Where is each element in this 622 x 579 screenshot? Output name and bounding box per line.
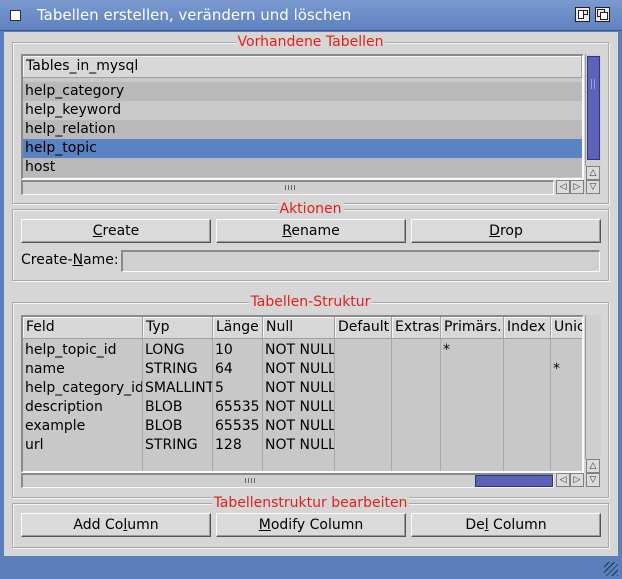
tables-scroll-thumb[interactable] (587, 56, 600, 160)
structure-column-header[interactable]: Typ (143, 317, 213, 339)
table-list-item[interactable]: host (23, 158, 582, 177)
create-name-label: Create-Name: (21, 252, 119, 268)
resize-grip-icon[interactable] (604, 562, 618, 576)
structure-cell: help_topic_id (25, 342, 117, 358)
scroll-right-icon[interactable]: ▷ (570, 180, 584, 194)
scroll-left-icon[interactable]: ◁ (556, 180, 570, 194)
structure-cell: example (25, 418, 86, 434)
rename-button[interactable]: Rename (216, 219, 406, 243)
tables-column-header[interactable]: Tables_in_mysql (23, 56, 582, 78)
structure-cell: url (25, 437, 44, 453)
window-title: Tabellen erstellen, verändern und lösche… (37, 6, 352, 24)
window-content: Vorhandene Tabellen Tables_in_mysql help… (4, 32, 618, 556)
structure-row[interactable]: description BLOB 65535 NOT NULL (23, 398, 582, 417)
structure-column-header[interactable]: Feld (23, 317, 143, 339)
window: Tabellen erstellen, verändern und lösche… (0, 0, 622, 579)
scroll-up-icon[interactable]: △ (586, 166, 600, 180)
tables-vertical-scrollbar[interactable] (585, 54, 601, 166)
title-bar[interactable]: Tabellen erstellen, verändern und lösche… (0, 0, 622, 31)
table-list-item[interactable]: help_category (23, 82, 582, 101)
tables-list[interactable]: Tables_in_mysql help_category help_keywor… (21, 54, 584, 180)
structure-vertical-scrollbar[interactable] (585, 315, 601, 459)
structure-row[interactable]: example BLOB 65535 NOT NULL (23, 417, 582, 436)
structure-cell: * (443, 342, 450, 358)
structure-cell: NOT NULL (265, 399, 334, 415)
structure-cell: help_category_id (25, 380, 142, 396)
table-list-item[interactable]: help_relation (23, 120, 582, 139)
structure-row[interactable]: url STRING 128 NOT NULL (23, 436, 582, 455)
scroll-down-icon[interactable]: ▽ (586, 180, 600, 194)
structure-cell: STRING (145, 437, 198, 453)
structure-scroll-right-icon[interactable]: ▷ (570, 473, 584, 487)
table-list-item[interactable]: help_keyword (23, 101, 582, 120)
structure-cell: NOT NULL (265, 437, 334, 453)
tables-group-title: Vorhandene Tabellen (235, 34, 386, 50)
modify-column-button[interactable]: Modify Column (216, 513, 406, 537)
structure-scroll-down-icon[interactable]: ▽ (586, 473, 600, 487)
del-column-button[interactable]: Del Column (411, 513, 601, 537)
structure-cell: NOT NULL (265, 380, 334, 396)
structure-group-title: Tabellen-Struktur (248, 294, 373, 310)
structure-cell: * (553, 361, 560, 377)
structure-cell: NOT NULL (265, 342, 334, 358)
structure-row[interactable]: name STRING 64 NOT NULL * (23, 360, 582, 379)
structure-column-header[interactable]: Default (335, 317, 392, 339)
structure-cell: BLOB (145, 418, 183, 434)
structure-cell: SMALLINT (145, 380, 212, 396)
structure-cell: 10 (215, 342, 233, 358)
structure-scroll-left-icon[interactable]: ◁ (556, 473, 570, 487)
structure-cell: description (25, 399, 103, 415)
structure-horizontal-scrollbar[interactable] (21, 473, 554, 488)
window-border-bottom (0, 557, 622, 579)
structure-cell: 65535 (215, 418, 260, 434)
iconify-icon[interactable] (575, 7, 590, 22)
structure-table[interactable]: Feld Typ Länge Null Default Extras Primärs. Ind… (21, 315, 584, 473)
structure-column-header[interactable]: Länge (213, 317, 263, 339)
structure-row[interactable]: help_topic_id LONG 10 NOT NULL * (23, 341, 582, 360)
add-column-button[interactable]: Add Column (21, 513, 211, 537)
structure-hscroll-thumb[interactable] (475, 475, 553, 487)
structure-row[interactable]: help_category_id SMALLINT 5 NOT NULL (23, 379, 582, 398)
create-button[interactable]: Create (21, 219, 211, 243)
structure-cell: BLOB (145, 399, 183, 415)
structure-cell: NOT NULL (265, 418, 334, 434)
edit-structure-group-title: Tabellenstruktur bearbeiten (211, 495, 410, 511)
structure-cell: STRING (145, 361, 198, 377)
structure-cell: 65535 (215, 399, 260, 415)
structure-scroll-up-icon[interactable]: △ (586, 459, 600, 473)
drop-button[interactable]: Drop (411, 219, 601, 243)
depth-icon[interactable] (595, 7, 610, 22)
structure-cell: NOT NULL (265, 361, 334, 377)
structure-cell: LONG (145, 342, 185, 358)
structure-cell: 5 (215, 380, 224, 396)
structure-cell: 128 (215, 437, 242, 453)
tables-horizontal-scrollbar[interactable] (21, 180, 554, 195)
close-icon[interactable] (10, 10, 21, 21)
create-name-input[interactable] (121, 250, 600, 272)
structure-column-header[interactable]: Unic (551, 317, 582, 339)
table-list-item[interactable]: help_topic (23, 139, 582, 158)
structure-column-header[interactable]: Null (263, 317, 335, 339)
structure-column-header[interactable]: Extras (392, 317, 441, 339)
actions-group-title: Aktionen (277, 201, 344, 217)
structure-cell: 64 (215, 361, 233, 377)
structure-column-header[interactable]: Index (504, 317, 551, 339)
structure-column-header[interactable]: Primärs. (441, 317, 504, 339)
structure-cell: name (25, 361, 65, 377)
